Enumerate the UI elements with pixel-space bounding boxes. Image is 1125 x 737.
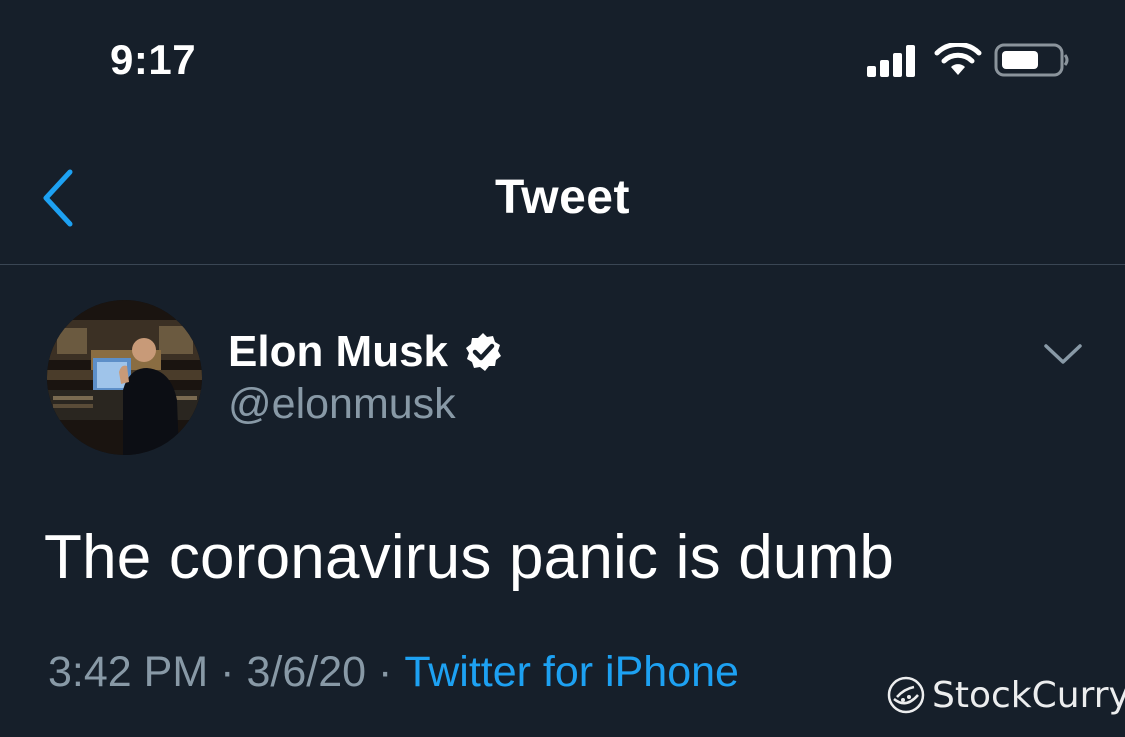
tweet-text: The coronavirus panic is dumb xyxy=(44,523,895,592)
author-name-row[interactable]: Elon Musk xyxy=(228,322,504,382)
tweet-time: 3:42 PM xyxy=(48,648,209,696)
tweet-source-link[interactable]: Twitter for iPhone xyxy=(404,648,739,696)
stockcurry-logo-icon xyxy=(887,676,925,714)
watermark-text: StockCurry xyxy=(932,674,1125,716)
tweet-menu-button[interactable] xyxy=(1040,336,1086,372)
display-name: Elon Musk xyxy=(228,327,449,376)
avatar[interactable] xyxy=(47,300,202,455)
chevron-down-icon xyxy=(1044,344,1082,364)
wifi-icon xyxy=(934,43,982,75)
author-handle[interactable]: @elonmusk xyxy=(228,380,456,429)
tweet-date: 3/6/20 xyxy=(246,648,367,696)
verified-badge-icon xyxy=(466,333,502,371)
avatar-photo xyxy=(47,300,202,455)
page-title: Tweet xyxy=(495,171,630,224)
meta-separator: · xyxy=(378,648,393,696)
status-time: 9:17 xyxy=(110,36,197,83)
cellular-signal-icon xyxy=(867,45,915,77)
battery-icon xyxy=(994,43,1069,77)
watermark: StockCurry xyxy=(886,670,1125,720)
tweet-detail-screen: 9:17 Tweet Elon Musk @elonmusk The coron… xyxy=(0,0,1125,737)
meta-separator: · xyxy=(220,648,235,696)
tweet-meta: 3:42 PM · 3/6/20 · Twitter for iPhone xyxy=(48,648,739,697)
status-icons xyxy=(866,42,1076,80)
nav-divider xyxy=(0,264,1125,265)
